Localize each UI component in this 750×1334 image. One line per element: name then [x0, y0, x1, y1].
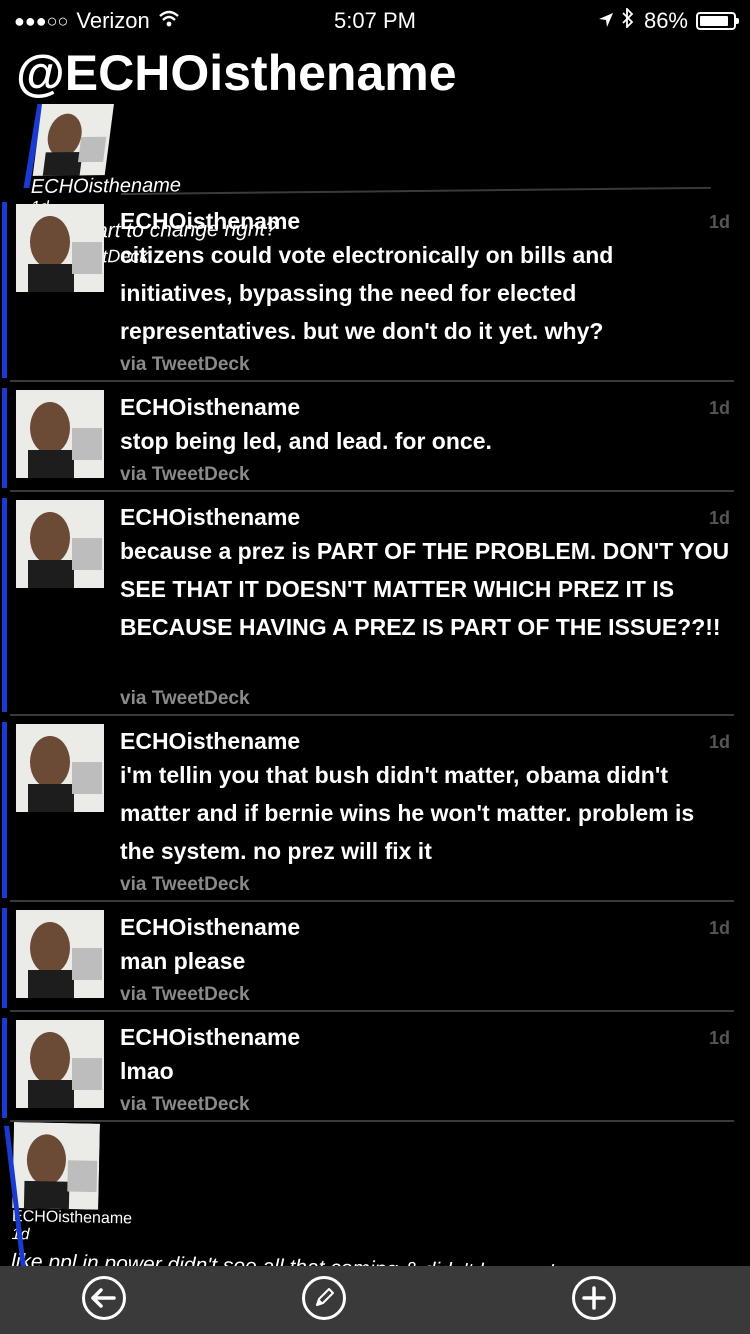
tweet-text: citizens could vote electronically on bi…: [120, 242, 614, 344]
status-bar: ●●●○○ Verizon 5:07 PM 86%: [0, 0, 750, 40]
tweet-source: via TweetDeck: [120, 688, 250, 709]
avatar: [16, 1020, 104, 1108]
avatar: [16, 724, 104, 812]
tweet-source: via TweetDeck: [120, 464, 250, 485]
tweet-time: 1d: [708, 508, 730, 528]
tweet-item[interactable]: ECHOisthename 1d stop being led, and lea…: [0, 382, 750, 492]
tweet-item[interactable]: ECHOisthename 1d man please via TweetDec…: [0, 902, 750, 1012]
tweet-item[interactable]: ECHOisthename 1d i'm tellin you that bus…: [0, 716, 750, 902]
tweet-author[interactable]: ECHOisthename: [120, 1024, 300, 1051]
tweet-item[interactable]: ECHOisthename 1d lmao via TweetDeck: [0, 1012, 750, 1122]
tweet-accent-bar: [2, 908, 7, 1008]
tweet-accent-bar: [2, 388, 7, 488]
page-title: @ECHOisthename: [16, 45, 457, 101]
avatar: [12, 1122, 100, 1210]
battery-percent: 86%: [643, 8, 688, 33]
tweet-time: 1d: [708, 1028, 730, 1048]
tweet-source: via TweetDeck: [120, 354, 250, 375]
tweet-item[interactable]: ECHOisthename 1d it's a start to change …: [23, 104, 721, 267]
tweet-accent-bar: [2, 202, 7, 378]
tweet-time: 1d: [708, 918, 730, 938]
pencil-icon: [316, 1288, 334, 1306]
tweet-source: via TweetDeck: [120, 984, 250, 1005]
tweet-time: 1d: [708, 732, 730, 752]
tweet-accent-bar: [2, 1018, 7, 1118]
tweet-text: because a prez is PART OF THE PROBLEM. D…: [120, 538, 730, 640]
avatar: [26, 104, 121, 176]
tweet-accent-bar: [2, 722, 7, 898]
tweet-text: i'm tellin you that bush didn't matter, …: [120, 762, 695, 864]
back-arrow-icon: [91, 1288, 116, 1308]
status-right: 86%: [598, 6, 739, 34]
add-button[interactable]: [572, 1276, 616, 1320]
back-button[interactable]: [82, 1276, 126, 1320]
tweet-item[interactable]: ECHOisthename 1d like ppl in power didn'…: [4, 1122, 724, 1266]
tweet-author[interactable]: ECHOisthename: [120, 208, 300, 235]
battery-icon: [696, 12, 739, 30]
tweet-accent-bar: [2, 498, 7, 712]
tweet-source: via TweetDeck: [120, 1094, 250, 1115]
bluetooth-icon: [622, 6, 634, 34]
avatar: [16, 390, 104, 478]
tweet-separator: [10, 1120, 734, 1122]
tweet-item[interactable]: ECHOisthename 1d citizens could vote ele…: [0, 196, 750, 382]
compose-button[interactable]: [302, 1276, 346, 1320]
tweet-item[interactable]: ECHOisthename 1d because a prez is PART …: [0, 492, 750, 716]
avatar: [16, 204, 104, 292]
tweet-text: lmao: [120, 1058, 174, 1084]
tweet-author[interactable]: ECHOisthename: [120, 914, 300, 941]
location-arrow-icon: [598, 8, 614, 34]
tweet-author[interactable]: ECHOisthename: [120, 394, 300, 421]
tweet-text: stop being led, and lead. for once.: [120, 428, 492, 454]
avatar: [16, 500, 104, 588]
plus-icon: [582, 1286, 606, 1310]
tweet-author[interactable]: ECHOisthename: [120, 728, 300, 755]
tweet-author[interactable]: ECHOisthename: [120, 504, 300, 531]
tweet-time: 1d: [708, 212, 730, 232]
tweet-text: man please: [120, 948, 246, 974]
bottom-toolbar: [0, 1266, 750, 1334]
avatar: [16, 910, 104, 998]
tweet-time: 1d: [708, 398, 730, 418]
tweet-source: via TweetDeck: [120, 874, 250, 895]
timeline-feed[interactable]: ECHOisthename 1d it's a start to change …: [0, 104, 750, 1266]
